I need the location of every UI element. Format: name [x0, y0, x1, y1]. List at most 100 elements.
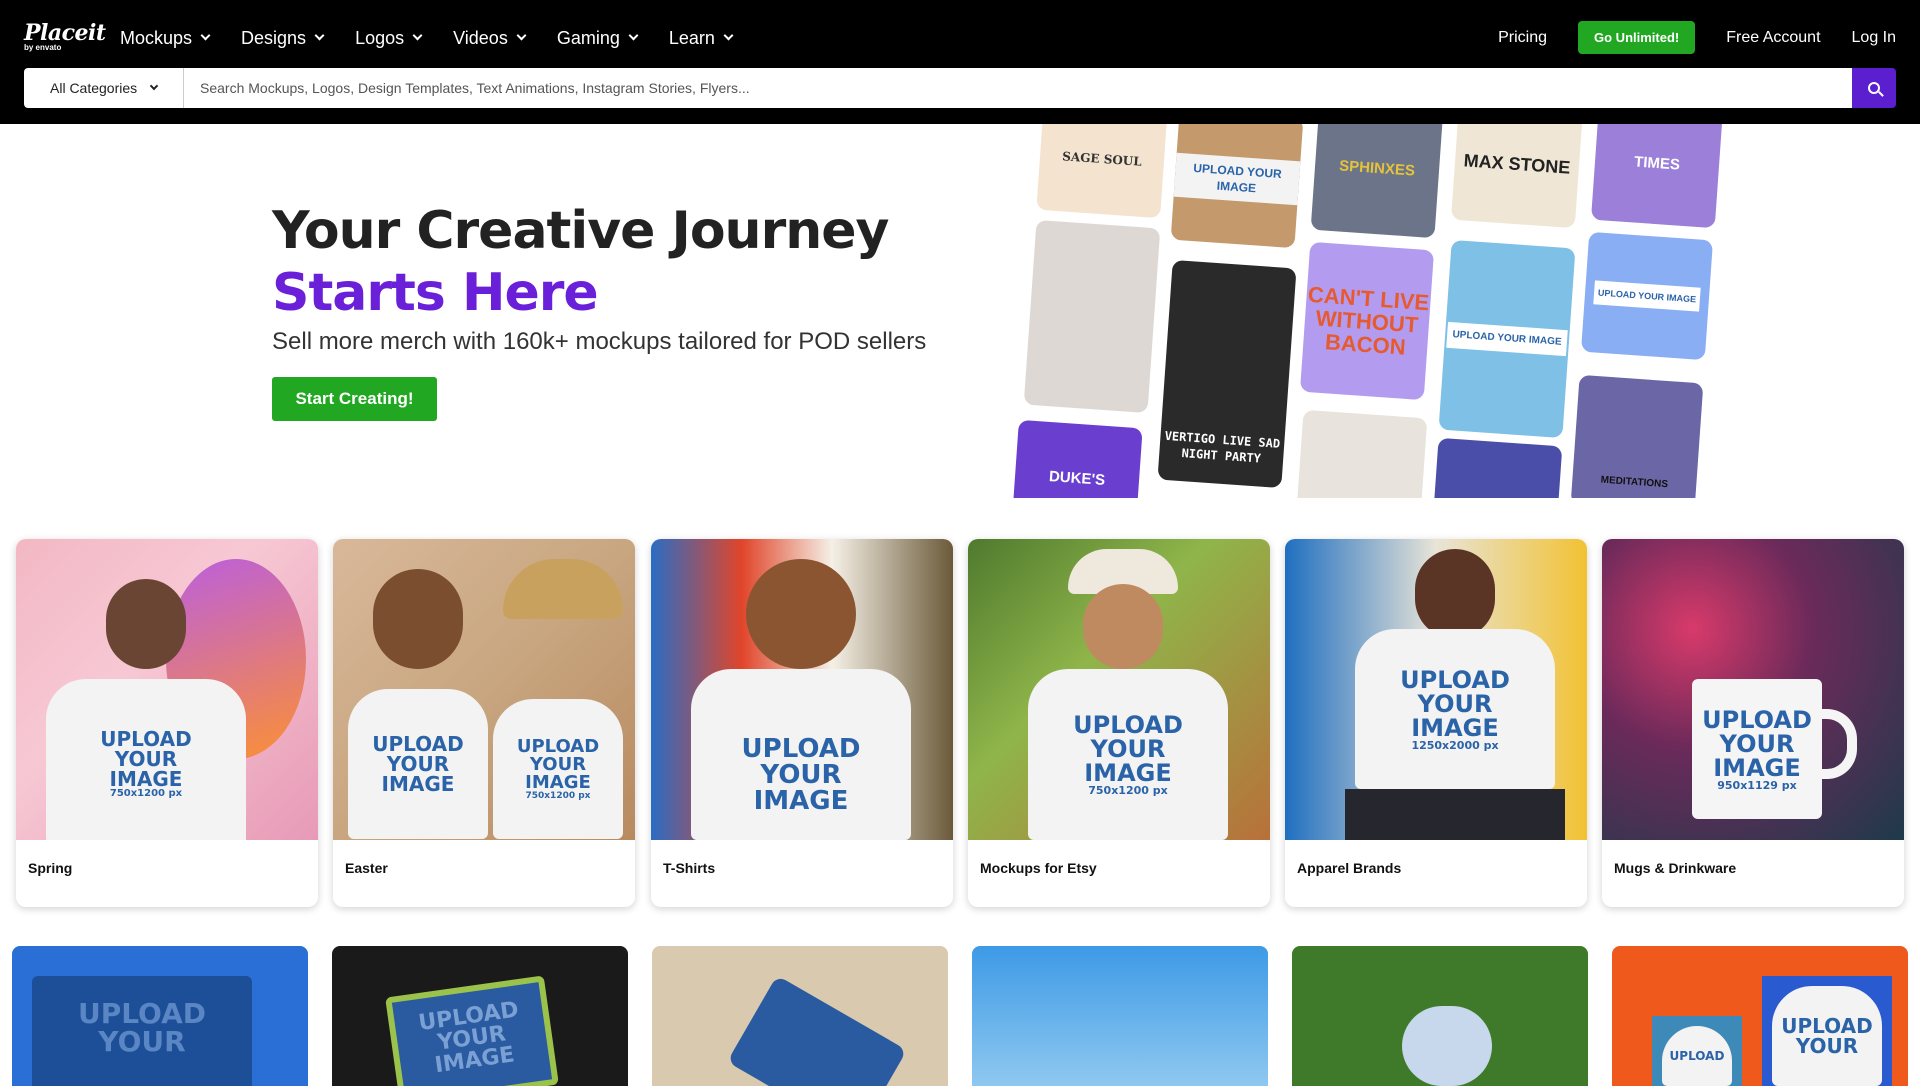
category-card[interactable] — [652, 946, 948, 1086]
go-unlimited-button[interactable]: Go Unlimited! — [1578, 21, 1696, 54]
nav-gaming[interactable]: Gaming — [557, 24, 639, 52]
tshirt-shape: UPLOAD YOUR IMAGE 750x1200 px — [46, 679, 246, 840]
upload-line2: YOUR — [760, 759, 842, 790]
tshirt-frame-shape: UPLOAD YOUR — [1762, 976, 1892, 1086]
card-label: Spring — [28, 860, 73, 876]
upload-line1: UPLOAD — [741, 733, 861, 764]
upload-line2: YOUR — [1719, 729, 1795, 758]
collage-tile[interactable]: VERTIGO LIVE SAD NIGHT PARTY — [1157, 259, 1297, 489]
upload-your-image-text: UPLOAD YOUR IMAGE 750x1200 px — [517, 737, 599, 801]
search-icon — [1868, 82, 1880, 94]
nav-designs-label: Designs — [241, 27, 307, 48]
collage-tile[interactable]: CAN'T LIVE WITHOUT BACON — [1299, 241, 1435, 401]
chevron-down-icon — [200, 30, 211, 41]
upload-your-image-text: UPLOAD YOUR IMAGE 950x1129 px — [1702, 708, 1812, 791]
device-screen-shape: UPLOAD YOUR — [32, 976, 252, 1086]
search-button[interactable] — [1852, 68, 1896, 108]
mug-handle-shape — [1817, 709, 1857, 779]
chevron-down-icon — [314, 30, 325, 41]
upload-line3: IMAGE — [381, 772, 455, 796]
upload-line2: YOUR — [98, 1025, 186, 1058]
tshirt-shape: UPLOAD YOUR IMAGE 1250x2000 px — [1355, 629, 1555, 789]
upload-line3: IMAGE — [109, 767, 183, 791]
upload-line3: IMAGE — [753, 785, 849, 816]
collage-tile[interactable]: SPHINXES — [1310, 124, 1444, 239]
upload-line3: IMAGE — [1084, 759, 1172, 787]
collage-tile[interactable] — [1296, 409, 1428, 498]
tshirt-frame-shape: UPLOAD — [1652, 1016, 1742, 1086]
start-creating-button[interactable]: Start Creating! — [272, 377, 437, 421]
card-image: UPLOAD YOUR IMAGE — [651, 539, 953, 840]
collage-tile-text: MAX STONE — [1463, 150, 1571, 178]
upload-line1: UPLOAD — [77, 997, 207, 1030]
collage-tile-text: SPHINXES — [1338, 157, 1416, 180]
upload-your-image-text: UPLOAD YOUR — [78, 1000, 206, 1086]
upload-line2: YOUR — [1417, 689, 1493, 718]
upload-your-image-text: UPLOAD YOUR IMAGE 750x1200 px — [1073, 713, 1183, 796]
collage-tile[interactable]: UPLOAD YOUR IMAGE — [1438, 239, 1576, 439]
upload-size: 750x1200 px — [109, 788, 183, 799]
category-card[interactable]: UPLOAD YOUR — [12, 946, 308, 1086]
category-card[interactable] — [1292, 946, 1588, 1086]
category-card-easter[interactable]: UPLOAD YOUR IMAGE UPLOAD YOUR IMAGE 750x… — [333, 539, 635, 907]
category-card-mugs[interactable]: UPLOAD YOUR IMAGE 950x1129 px Mugs & Dri… — [1602, 539, 1904, 907]
tshirt-shape: UPLOAD YOUR IMAGE 750x1200 px — [1028, 669, 1228, 840]
upload-size: 750x1200 px — [1088, 784, 1168, 797]
nav-learn[interactable]: Learn — [669, 24, 734, 52]
mug-shape: UPLOAD YOUR IMAGE 950x1129 px — [1692, 679, 1822, 819]
category-card-tshirts[interactable]: UPLOAD YOUR IMAGE T-Shirts — [651, 539, 953, 907]
logo-wordmark: Placeit — [24, 20, 106, 46]
search-input[interactable] — [184, 68, 1852, 108]
upload-line2: YOUR — [1795, 1034, 1859, 1058]
top-navigation-bar: Placeit by envato Mockups Designs Logos … — [0, 0, 1920, 124]
nav-logos[interactable]: Logos — [355, 24, 423, 52]
login-link[interactable]: Log In — [1852, 29, 1896, 47]
person-head-shape — [1415, 549, 1495, 639]
person-head-shape — [1083, 584, 1163, 669]
collage-tile[interactable]: TIMES — [1590, 124, 1724, 229]
collage-tile[interactable]: UPLOAD YOUR IMAGE — [1170, 124, 1304, 249]
collage-tile[interactable]: DUKE'S — [1011, 419, 1143, 498]
category-card-etsy[interactable]: UPLOAD YOUR IMAGE 750x1200 px Mockups fo… — [968, 539, 1270, 907]
category-card[interactable] — [972, 946, 1268, 1086]
category-card[interactable]: UPLOAD YOUR UPLOAD — [1612, 946, 1908, 1086]
collage-tile-text: SAGE SOUL — [1061, 149, 1143, 169]
upload-line3: IMAGE — [525, 771, 591, 793]
upload-your-image-text: UPLOAD YOUR IMAGE 750x1200 px — [100, 729, 191, 799]
upload-size: 1250x2000 px — [1411, 738, 1499, 752]
category-card-apparel[interactable]: UPLOAD YOUR IMAGE 1250x2000 px Apparel B… — [1285, 539, 1587, 907]
nav-designs[interactable]: Designs — [241, 24, 325, 52]
card-image: UPLOAD YOUR IMAGE 1250x2000 px — [1285, 539, 1587, 840]
upload-line1: UPLOAD — [1669, 1049, 1725, 1063]
category-card-spring[interactable]: UPLOAD YOUR IMAGE 750x1200 px Spring — [16, 539, 318, 907]
collage-tile[interactable]: SAGE SOUL — [1036, 124, 1168, 219]
collage-tile-text: TIMES — [1633, 153, 1681, 174]
upload-line2: YOUR — [529, 753, 587, 775]
upload-your-image-text: UPLOAD YOUR IMAGE — [742, 736, 861, 814]
collage-tile[interactable]: MEDITATIONS — [1570, 374, 1704, 498]
pricing-link[interactable]: Pricing — [1498, 29, 1547, 47]
device-screen-shape — [727, 975, 907, 1086]
upload-line2: YOUR — [386, 752, 450, 776]
tshirt-shape: UPLOAD YOUR IMAGE — [691, 669, 911, 840]
nav-videos[interactable]: Videos — [453, 24, 527, 52]
collage-tile[interactable] — [1431, 437, 1563, 498]
category-select[interactable]: All Categories — [24, 68, 184, 108]
chevron-down-icon — [628, 30, 639, 41]
collage-tile[interactable]: UPLOAD YOUR IMAGE — [1580, 231, 1714, 361]
hero-title: Your Creative Journey Starts Here — [272, 200, 889, 324]
account-nav: Pricing Go Unlimited! Free Account Log I… — [1467, 21, 1896, 54]
nav-mockups[interactable]: Mockups — [120, 24, 211, 52]
free-account-link[interactable]: Free Account — [1726, 29, 1820, 47]
placeit-logo[interactable]: Placeit by envato — [24, 20, 106, 52]
upload-your-image-text: UPLOAD YOUR IMAGE — [372, 734, 463, 794]
category-card[interactable]: UPLOAD YOUR IMAGE — [332, 946, 628, 1086]
collage-tile-text: DUKE'S — [1048, 468, 1106, 489]
collage-tile[interactable]: MAX STONE — [1450, 124, 1584, 229]
collage-tile[interactable] — [1023, 219, 1161, 414]
upload-size: 950x1129 px — [1717, 778, 1797, 792]
collage-tile-text: UPLOAD YOUR IMAGE — [1173, 152, 1301, 206]
person-head-shape — [373, 569, 463, 669]
tshirt-shape: UPLOAD YOUR IMAGE — [348, 689, 488, 839]
upload-line3: IMAGE — [1411, 713, 1499, 742]
